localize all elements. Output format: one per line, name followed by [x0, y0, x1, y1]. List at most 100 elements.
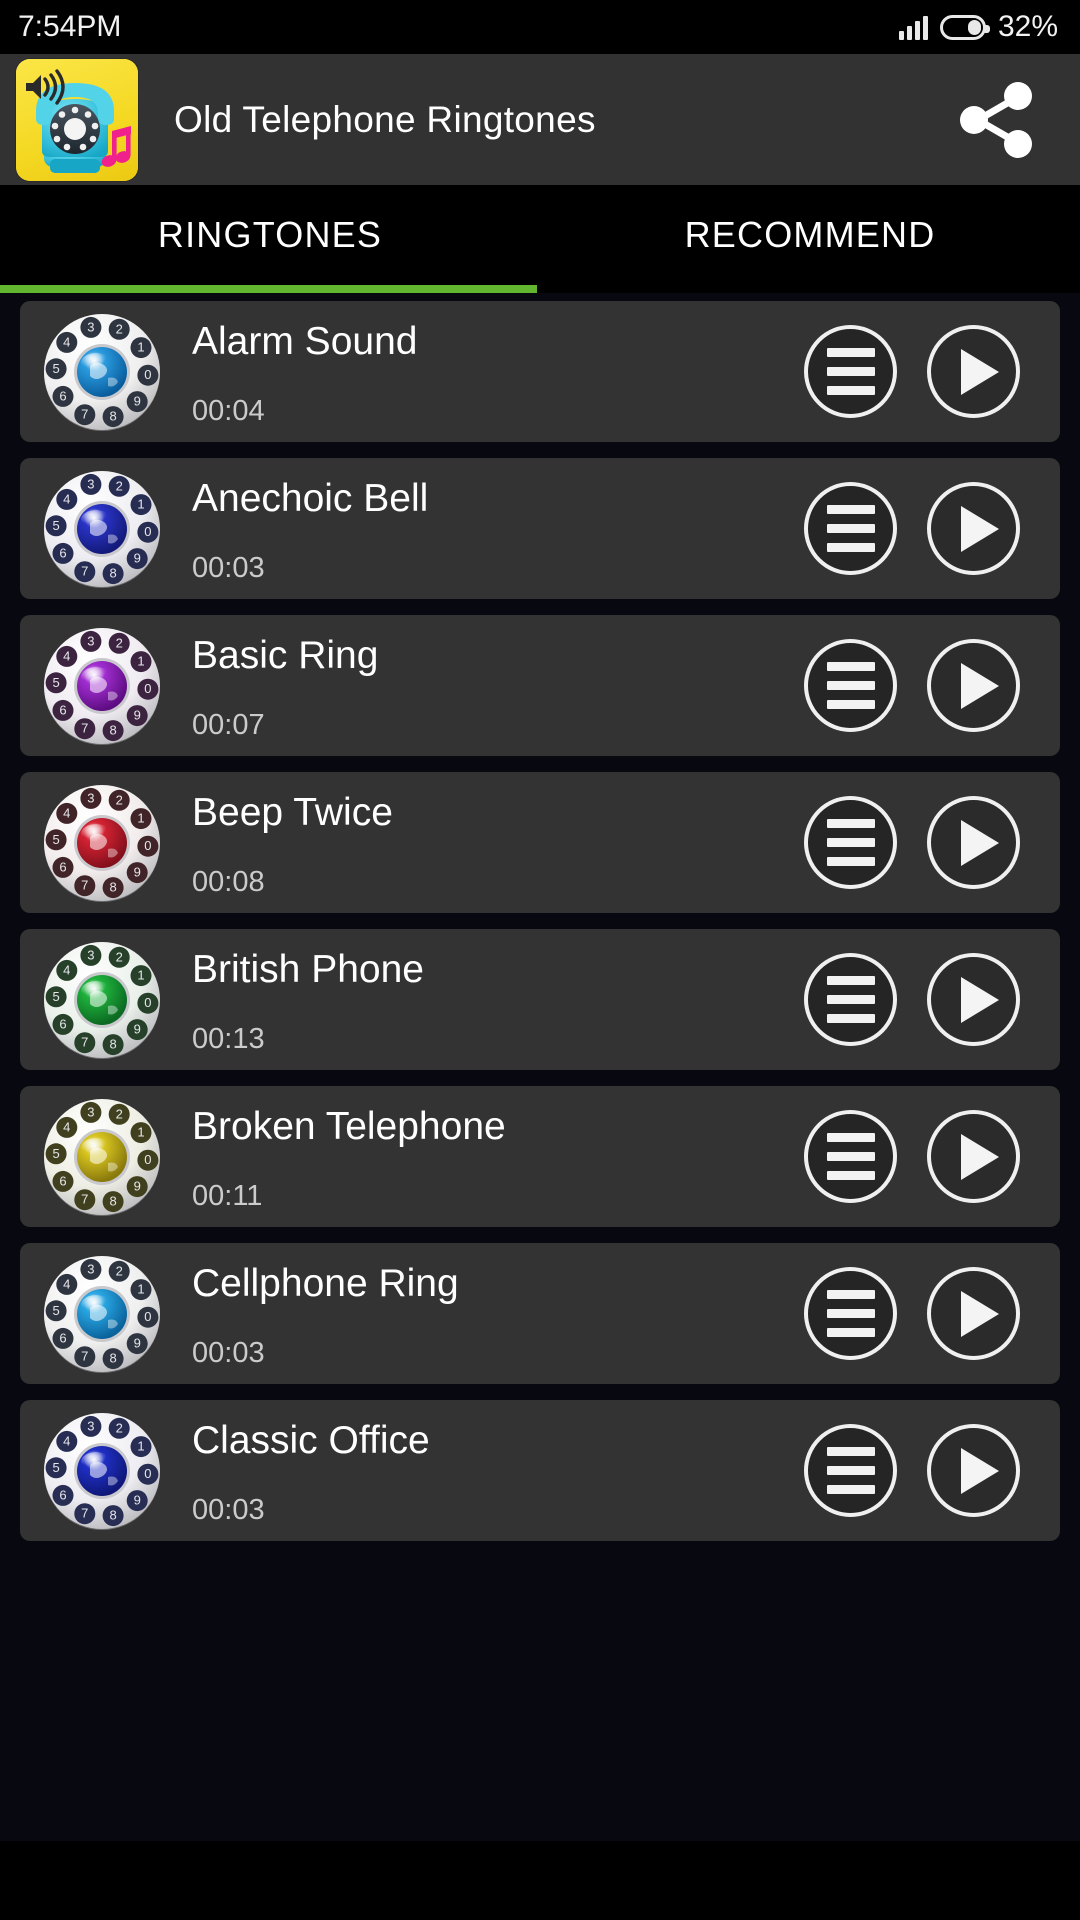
svg-text:8: 8 — [109, 1350, 116, 1365]
ringtone-info: Beep Twice 00:08 — [192, 779, 804, 907]
play-button[interactable] — [927, 953, 1020, 1046]
row-action-buttons — [804, 953, 1020, 1046]
svg-text:5: 5 — [52, 517, 59, 532]
play-icon — [960, 1133, 999, 1180]
ringtone-row-0[interactable]: 3 2109 8 7654 Alarm Sound 00:04 — [20, 301, 1060, 442]
menu-button[interactable] — [804, 1267, 897, 1360]
ringtone-info: British Phone 00:13 — [192, 936, 804, 1064]
ringtone-info: Basic Ring 00:07 — [192, 622, 804, 750]
status-bar-time: 7:54PM — [18, 10, 122, 43]
ringtone-row-2[interactable]: 3 2109 8 7654 Basic Ring 00:07 — [20, 615, 1060, 756]
svg-text:0: 0 — [144, 995, 151, 1010]
svg-text:3: 3 — [87, 1104, 94, 1119]
ringtone-row-4[interactable]: 3 2109 8 7654 British Phone 00:13 — [20, 929, 1060, 1070]
rotary-dial-thumbnail: 3 2109 8 7654 — [38, 1250, 166, 1378]
ringtone-list[interactable]: 3210987654 Alarm Sound 00:04 3 2 1 0 9 8… — [0, 293, 1080, 1841]
rotary-dial-thumbnail: 3 2109 8 7654 — [38, 465, 166, 593]
svg-text:4: 4 — [63, 491, 70, 506]
app-title: Old Telephone Ringtones — [174, 98, 596, 140]
svg-text:4: 4 — [63, 962, 70, 977]
app-screen: 7:54PM 32% Old Telephone Ringtones RINGT… — [0, 0, 1080, 1920]
battery-percent-label: 32% — [997, 10, 1058, 43]
ringtone-info: Cellphone Ring 00:03 — [192, 1250, 804, 1378]
ringtone-duration: 00:03 — [192, 1493, 265, 1526]
menu-button[interactable] — [804, 1110, 897, 1203]
play-button[interactable] — [927, 1424, 1020, 1517]
ringtone-title: Basic Ring — [192, 633, 379, 677]
svg-text:1: 1 — [137, 496, 144, 511]
ringtone-duration: 00:03 — [192, 1336, 265, 1369]
rotary-dial-thumbnail: 3 2109 8 7654 — [38, 308, 166, 436]
svg-text:8: 8 — [109, 1507, 116, 1522]
svg-text:6: 6 — [59, 702, 66, 717]
menu-button[interactable] — [804, 796, 897, 889]
play-button[interactable] — [927, 1110, 1020, 1203]
svg-text:3: 3 — [87, 476, 94, 491]
row-action-buttons — [804, 1110, 1020, 1203]
menu-button[interactable] — [804, 482, 897, 575]
svg-text:1: 1 — [137, 339, 144, 354]
play-button[interactable] — [927, 796, 1020, 889]
svg-text:8: 8 — [109, 1036, 116, 1051]
svg-text:2: 2 — [116, 1106, 123, 1121]
svg-text:3: 3 — [87, 947, 94, 962]
ringtone-title: Cellphone Ring — [192, 1261, 459, 1305]
svg-text:8: 8 — [109, 1193, 116, 1208]
tab-bar: RINGTONES RECOMMEND — [0, 185, 1080, 285]
play-icon — [960, 1290, 999, 1337]
menu-button[interactable] — [804, 639, 897, 732]
row-action-buttons — [804, 1267, 1020, 1360]
svg-text:2: 2 — [116, 792, 123, 807]
row-action-buttons — [804, 796, 1020, 889]
svg-text:7: 7 — [81, 1505, 88, 1520]
play-button[interactable] — [927, 482, 1020, 575]
svg-text:6: 6 — [59, 1487, 66, 1502]
play-button[interactable] — [927, 325, 1020, 418]
tab-ringtones[interactable]: RINGTONES — [0, 185, 540, 285]
play-button[interactable] — [927, 639, 1020, 732]
status-bar: 7:54PM 32% — [0, 0, 1080, 54]
ringtone-row-1[interactable]: 3 2109 8 7654 Anechoic Bell 00:03 — [20, 458, 1060, 599]
svg-text:2: 2 — [116, 1420, 123, 1435]
ringtone-row-6[interactable]: 3 2109 8 7654 Cellphone Ring 00:03 — [20, 1243, 1060, 1384]
svg-text:7: 7 — [81, 877, 88, 892]
svg-text:7: 7 — [81, 720, 88, 735]
svg-text:1: 1 — [137, 1281, 144, 1296]
svg-text:4: 4 — [63, 1119, 70, 1134]
menu-button[interactable] — [804, 1424, 897, 1517]
row-action-buttons — [804, 325, 1020, 418]
svg-text:9: 9 — [134, 550, 141, 565]
ringtone-duration: 00:04 — [192, 394, 265, 427]
svg-text:4: 4 — [63, 1433, 70, 1448]
menu-button[interactable] — [804, 953, 897, 1046]
ringtone-row-7[interactable]: 3 2109 8 7654 Classic Office 00:03 — [20, 1400, 1060, 1541]
svg-text:3: 3 — [87, 790, 94, 805]
svg-text:4: 4 — [63, 1276, 70, 1291]
svg-text:9: 9 — [134, 393, 141, 408]
svg-text:9: 9 — [134, 1021, 141, 1036]
play-icon — [960, 662, 999, 709]
play-button[interactable] — [927, 1267, 1020, 1360]
row-action-buttons — [804, 482, 1020, 575]
ringtone-title: British Phone — [192, 947, 424, 991]
share-button[interactable] — [948, 72, 1044, 168]
ringtone-row-5[interactable]: 3 2109 8 7654 Broken Telephone 00:11 — [20, 1086, 1060, 1227]
old-telephone-app-icon — [16, 58, 138, 181]
play-icon — [960, 1447, 999, 1494]
tab-recommend[interactable]: RECOMMEND — [540, 185, 1080, 285]
menu-button[interactable] — [804, 325, 897, 418]
svg-text:3: 3 — [87, 319, 94, 334]
tab-indicator-track — [0, 285, 1080, 293]
share-icon — [960, 81, 1032, 158]
svg-text:7: 7 — [81, 1348, 88, 1363]
svg-text:0: 0 — [144, 367, 151, 382]
hamburger-menu-icon — [826, 1133, 875, 1180]
hamburger-menu-icon — [826, 1290, 875, 1337]
hamburger-menu-icon — [826, 348, 875, 395]
svg-text:2: 2 — [116, 635, 123, 650]
svg-text:5: 5 — [52, 360, 59, 375]
svg-text:7: 7 — [81, 1191, 88, 1206]
app-bar: Old Telephone Ringtones — [0, 54, 1080, 185]
svg-text:8: 8 — [109, 722, 116, 737]
ringtone-row-3[interactable]: 3 2109 8 7654 Beep Twice 00:08 — [20, 772, 1060, 913]
